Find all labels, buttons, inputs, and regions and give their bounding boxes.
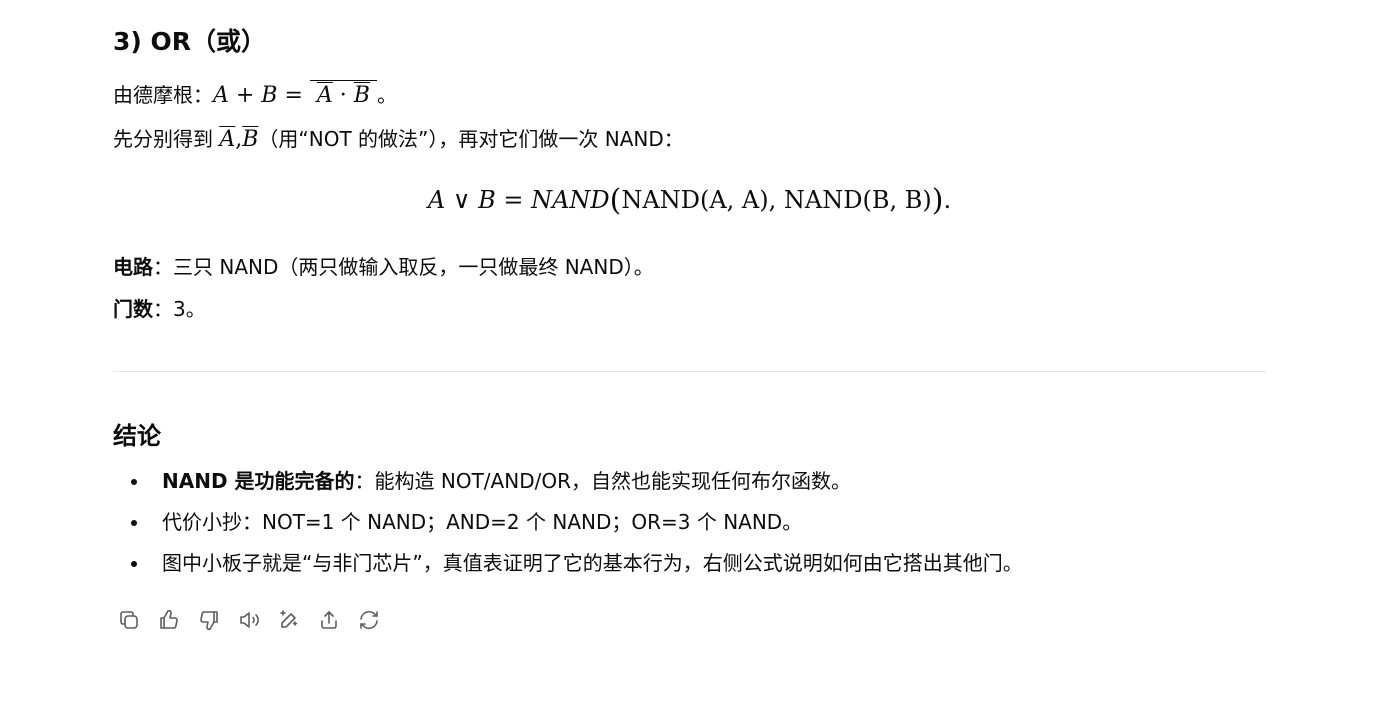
gates-line: 门数：3。 bbox=[113, 294, 206, 324]
demorgan-overbar-group: A · B bbox=[309, 80, 377, 108]
demorgan-bar-a: A bbox=[316, 83, 333, 108]
section-divider bbox=[113, 371, 1266, 372]
conclusion-list: NAND 是功能完备的：能构造 NOT/AND/OR，自然也能实现任何布尔函数。… bbox=[113, 466, 1266, 589]
conclusion-heading: 结论 bbox=[113, 422, 161, 450]
formula-close-paren: ) bbox=[931, 183, 944, 218]
bad-response-button[interactable] bbox=[193, 604, 225, 636]
demorgan-bar-b: B bbox=[353, 83, 370, 108]
step-line: 先分别得到 A,B（用“NOT 的做法”），再对它们做一次 NAND： bbox=[113, 124, 684, 155]
demorgan-line: 由德摩根：A + B = A · B 。 bbox=[113, 80, 397, 111]
regenerate-icon bbox=[360, 610, 378, 630]
formula-inner-1: NAND(A, A), bbox=[621, 186, 777, 214]
formula-open-paren: ( bbox=[609, 183, 622, 218]
list-item: 图中小板子就是“与非门芯片”，真值表证明了它的基本行为，右侧公式说明如何由它搭出… bbox=[113, 548, 1266, 589]
formula-end: . bbox=[943, 186, 952, 214]
edit-icon bbox=[280, 610, 298, 628]
demorgan-suffix: 。 bbox=[376, 83, 397, 107]
thumbs-up-icon bbox=[160, 609, 178, 629]
message-action-toolbar bbox=[113, 604, 385, 638]
copy-icon bbox=[120, 611, 138, 629]
share-icon bbox=[321, 611, 337, 629]
gates-label: 门数 bbox=[113, 297, 153, 321]
bullet-text: ：能构造 NOT/AND/OR，自然也能实现任何布尔函数。 bbox=[354, 469, 851, 493]
gates-text: ：3。 bbox=[153, 297, 206, 321]
demorgan-lhs: A + B = bbox=[213, 83, 303, 108]
read-aloud-icon bbox=[240, 612, 259, 628]
chat-response-page: 3) OR（或） 由德摩根：A + B = A · B 。 先分别得到 A,B（… bbox=[0, 0, 1378, 724]
section-or-heading: 3) OR（或） bbox=[113, 27, 267, 56]
bullet-text: 图中小板子就是“与非门芯片”，真值表证明了它的基本行为，右侧公式说明如何由它搭出… bbox=[162, 551, 1023, 575]
formula-inner-2: NAND(B, B) bbox=[783, 186, 932, 214]
step-prefix: 先分别得到 bbox=[113, 127, 213, 151]
edit-canvas-button[interactable] bbox=[273, 604, 305, 636]
share-button[interactable] bbox=[313, 604, 345, 636]
formula-lhs: A ∨ B = NAND bbox=[427, 186, 610, 214]
regenerate-button[interactable] bbox=[353, 604, 385, 636]
or-formula: A ∨ B = NAND(NAND(A, A), NAND(B, B)). bbox=[113, 182, 1266, 219]
circuit-label: 电路 bbox=[113, 255, 153, 279]
thumbs-down-icon bbox=[200, 611, 218, 631]
step-expression: A,B bbox=[219, 127, 258, 152]
demorgan-dot: · bbox=[339, 83, 347, 108]
step-suffix: （用“NOT 的做法”），再对它们做一次 NAND： bbox=[258, 127, 684, 151]
step-bar-b: B bbox=[242, 127, 259, 152]
read-aloud-button[interactable] bbox=[233, 604, 265, 636]
list-item: 代价小抄：NOT=1 个 NAND；AND=2 个 NAND；OR=3 个 NA… bbox=[113, 507, 1266, 548]
circuit-text: ：三只 NAND（两只做输入取反，一只做最终 NAND）。 bbox=[153, 255, 654, 279]
good-response-button[interactable] bbox=[153, 604, 185, 636]
bullet-text: 代价小抄：NOT=1 个 NAND；AND=2 个 NAND；OR=3 个 NA… bbox=[162, 510, 803, 534]
demorgan-prefix: 由德摩根： bbox=[113, 83, 213, 107]
bullet-bold: NAND 是功能完备的 bbox=[162, 469, 355, 493]
copy-button[interactable] bbox=[113, 604, 145, 636]
circuit-line: 电路：三只 NAND（两只做输入取反，一只做最终 NAND）。 bbox=[113, 252, 654, 282]
demorgan-expression: A + B = A · B bbox=[213, 80, 377, 108]
step-bar-a: A bbox=[219, 127, 236, 152]
list-item: NAND 是功能完备的：能构造 NOT/AND/OR，自然也能实现任何布尔函数。 bbox=[113, 466, 1266, 507]
